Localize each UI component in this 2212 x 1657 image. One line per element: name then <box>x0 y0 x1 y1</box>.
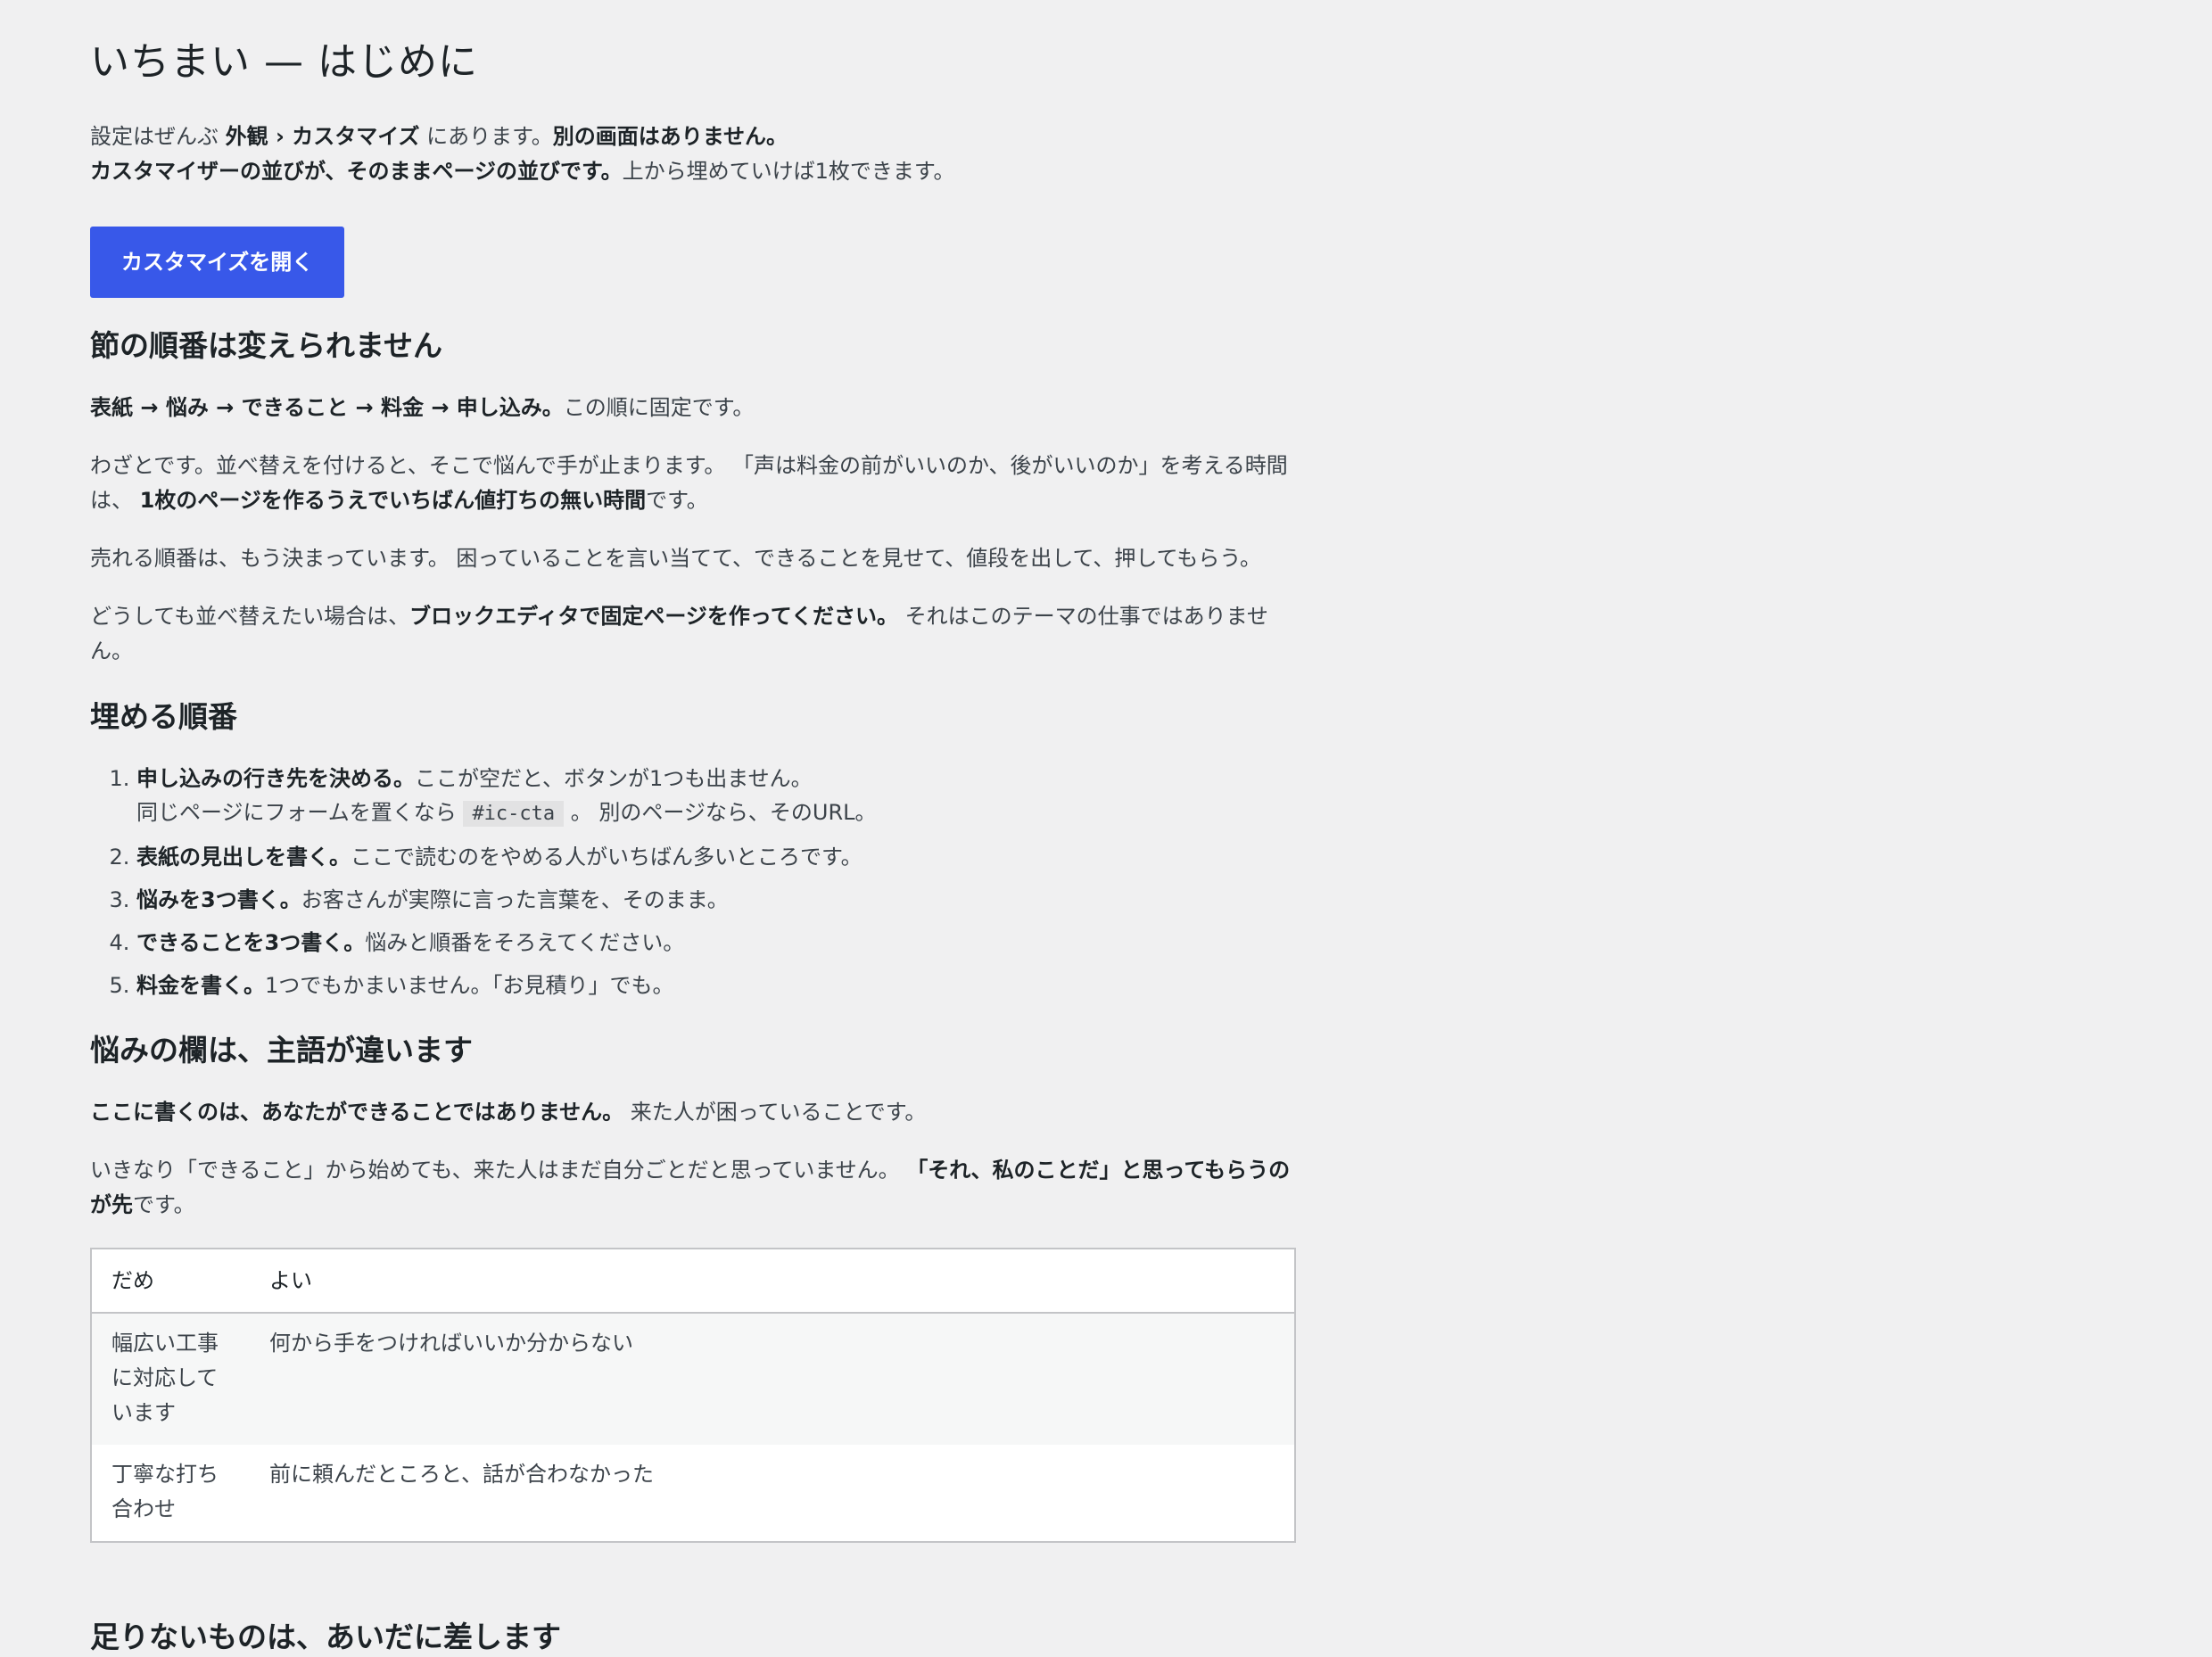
table-cell: 何から手をつければいいか分からない <box>250 1313 1295 1445</box>
intro-note: 別の画面はありません。 <box>552 124 788 149</box>
list-item-label: 表紙の見出しを書く。 <box>136 845 351 870</box>
reorder-paragraph: どうしても並べ替えたい場合は、ブロックエディタで固定ページを作ってください。 そ… <box>90 599 1296 669</box>
list-item-label: できることを3つ書く。 <box>136 930 366 955</box>
list-item-text: ここで読むのをやめる人がいちばん多いところです。 <box>351 845 863 870</box>
subtext-2: 。 別のページなら、そのURL。 <box>564 800 877 825</box>
list-item-label: 悩みを3つ書く。 <box>136 887 301 912</box>
intro-text-3: 上から埋めていけば1枚できます。 <box>622 159 955 184</box>
subject-detail-2: です。 <box>133 1192 195 1217</box>
table-row: 丁寧な打ち合わせ 前に頼んだところと、話が合わなかった <box>91 1445 1295 1542</box>
section-heading-order: 節の順番は変えられません <box>90 328 443 363</box>
table-cell: 丁寧な打ち合わせ <box>111 1462 219 1521</box>
list-item-text: ここが空だと、ボタンが1つも出ません。 <box>415 766 813 791</box>
list-item-text: 悩みと順番をそろえてください。 <box>365 930 685 955</box>
column-header-good: よい <box>250 1249 1295 1314</box>
subtext-1: 同じページにフォームを置くなら <box>136 800 464 825</box>
intro-text-2: にあります。 <box>419 124 553 149</box>
customize-path: 外観 › カスタマイズ <box>225 124 420 149</box>
list-item: 申し込みの行き先を決める。ここが空だと、ボタンが1つも出ません。 同じページにフ… <box>136 762 1296 831</box>
intro-emphasis: カスタマイザーの並びが、そのままページの並びです。 <box>90 159 623 184</box>
subject-emphasis: ここに書くのは、あなたができることではありません。 <box>90 1100 624 1125</box>
fill-order-list: 申し込みの行き先を決める。ここが空だと、ボタンが1つも出ません。 同じページにフ… <box>90 762 1296 1002</box>
list-item-text: 1つでもかまいません。「お見積り」でも。 <box>265 973 674 998</box>
reason-paragraph: わざとです。並べ替えを付けると、そこで悩んで手が止まります。 「声は料金の前がい… <box>90 449 1296 518</box>
section-heading-insert: 足りないものは、あいだに差します <box>90 1620 561 1654</box>
order-paragraph: 表紙 → 悩み → できること → 料金 → 申し込み。この順に固定です。 <box>90 391 1296 425</box>
subject-paragraph: ここに書くのは、あなたができることではありません。 来た人が困っていることです。 <box>90 1095 1296 1130</box>
table-header-row: だめ よい <box>91 1249 1295 1314</box>
table-cell: 前に頼んだところと、話が合わなかった <box>269 1462 655 1487</box>
reason-emphasis: 1枚のページを作るうえでいちばん値打ちの無い時間 <box>139 488 647 513</box>
section-heading-fill-order: 埋める順番 <box>90 699 237 734</box>
section-heading-subject: 悩みの欄は、主語が違います <box>90 1033 473 1068</box>
list-item: 悩みを3つ書く。お客さんが実際に言った言葉を、そのまま。 <box>136 883 1296 917</box>
open-customizer-button[interactable]: カスタマイズを開く <box>90 227 345 298</box>
page-title: いちまい — はじめに <box>90 39 478 85</box>
subject-text: 来た人が困っていることです。 <box>623 1100 927 1125</box>
order-sequence: 表紙 → 悩み → できること → 料金 → 申し込み。 <box>90 395 564 420</box>
reason-text-2: です。 <box>646 488 708 513</box>
column-header-bad: だめ <box>91 1249 250 1314</box>
list-item: 表紙の見出しを書く。ここで読むのをやめる人がいちばん多いところです。 <box>136 840 1296 874</box>
reorder-text-1: どうしても並べ替えたい場合は、 <box>90 604 410 629</box>
intro-text-1: 設定はぜんぶ <box>90 124 226 149</box>
list-item-label: 申し込みの行き先を決める。 <box>136 766 415 791</box>
subject-detail-1: いきなり「できること」から始めても、来た人はまだ自分ごとだと思っていません。 <box>90 1158 907 1183</box>
order-text: この順に固定です。 <box>563 395 755 420</box>
intro-text: 設定はぜんぶ 外観 › カスタマイズ にあります。別の画面はありません。 カスタ… <box>90 120 1296 189</box>
anchor-code: #ic-cta <box>463 801 565 827</box>
table-row: 幅広い工事に対応しています 何から手をつければいいか分からない <box>91 1313 1295 1445</box>
list-item: 料金を書く。1つでもかまいません。「お見積り」でも。 <box>136 969 1296 1002</box>
list-item: できることを3つ書く。悩みと順番をそろえてください。 <box>136 926 1296 960</box>
main-content: いちまい — はじめに 設定はぜんぶ 外観 › カスタマイズ にあります。別の画… <box>90 0 1296 1543</box>
list-item-subtext: 同じページにフォームを置くなら #ic-cta 。 別のページなら、そのURL。 <box>136 796 1296 831</box>
example-table: だめ よい 幅広い工事に対応しています 何から手をつければいいか分からない 丁寧… <box>90 1248 1296 1543</box>
list-item-text: お客さんが実際に言った言葉を、そのまま。 <box>301 887 729 912</box>
selling-order-paragraph: 売れる順番は、もう決まっています。 困っていることを言い当てて、できることを見せ… <box>90 546 1261 571</box>
reorder-emphasis: ブロックエディタで固定ページを作ってください。 <box>409 604 899 629</box>
list-item-label: 料金を書く。 <box>136 973 265 998</box>
table-cell: 幅広い工事に対応しています <box>91 1313 250 1445</box>
subject-detail-paragraph: いきなり「できること」から始めても、来た人はまだ自分ごとだと思っていません。 「… <box>90 1153 1296 1223</box>
